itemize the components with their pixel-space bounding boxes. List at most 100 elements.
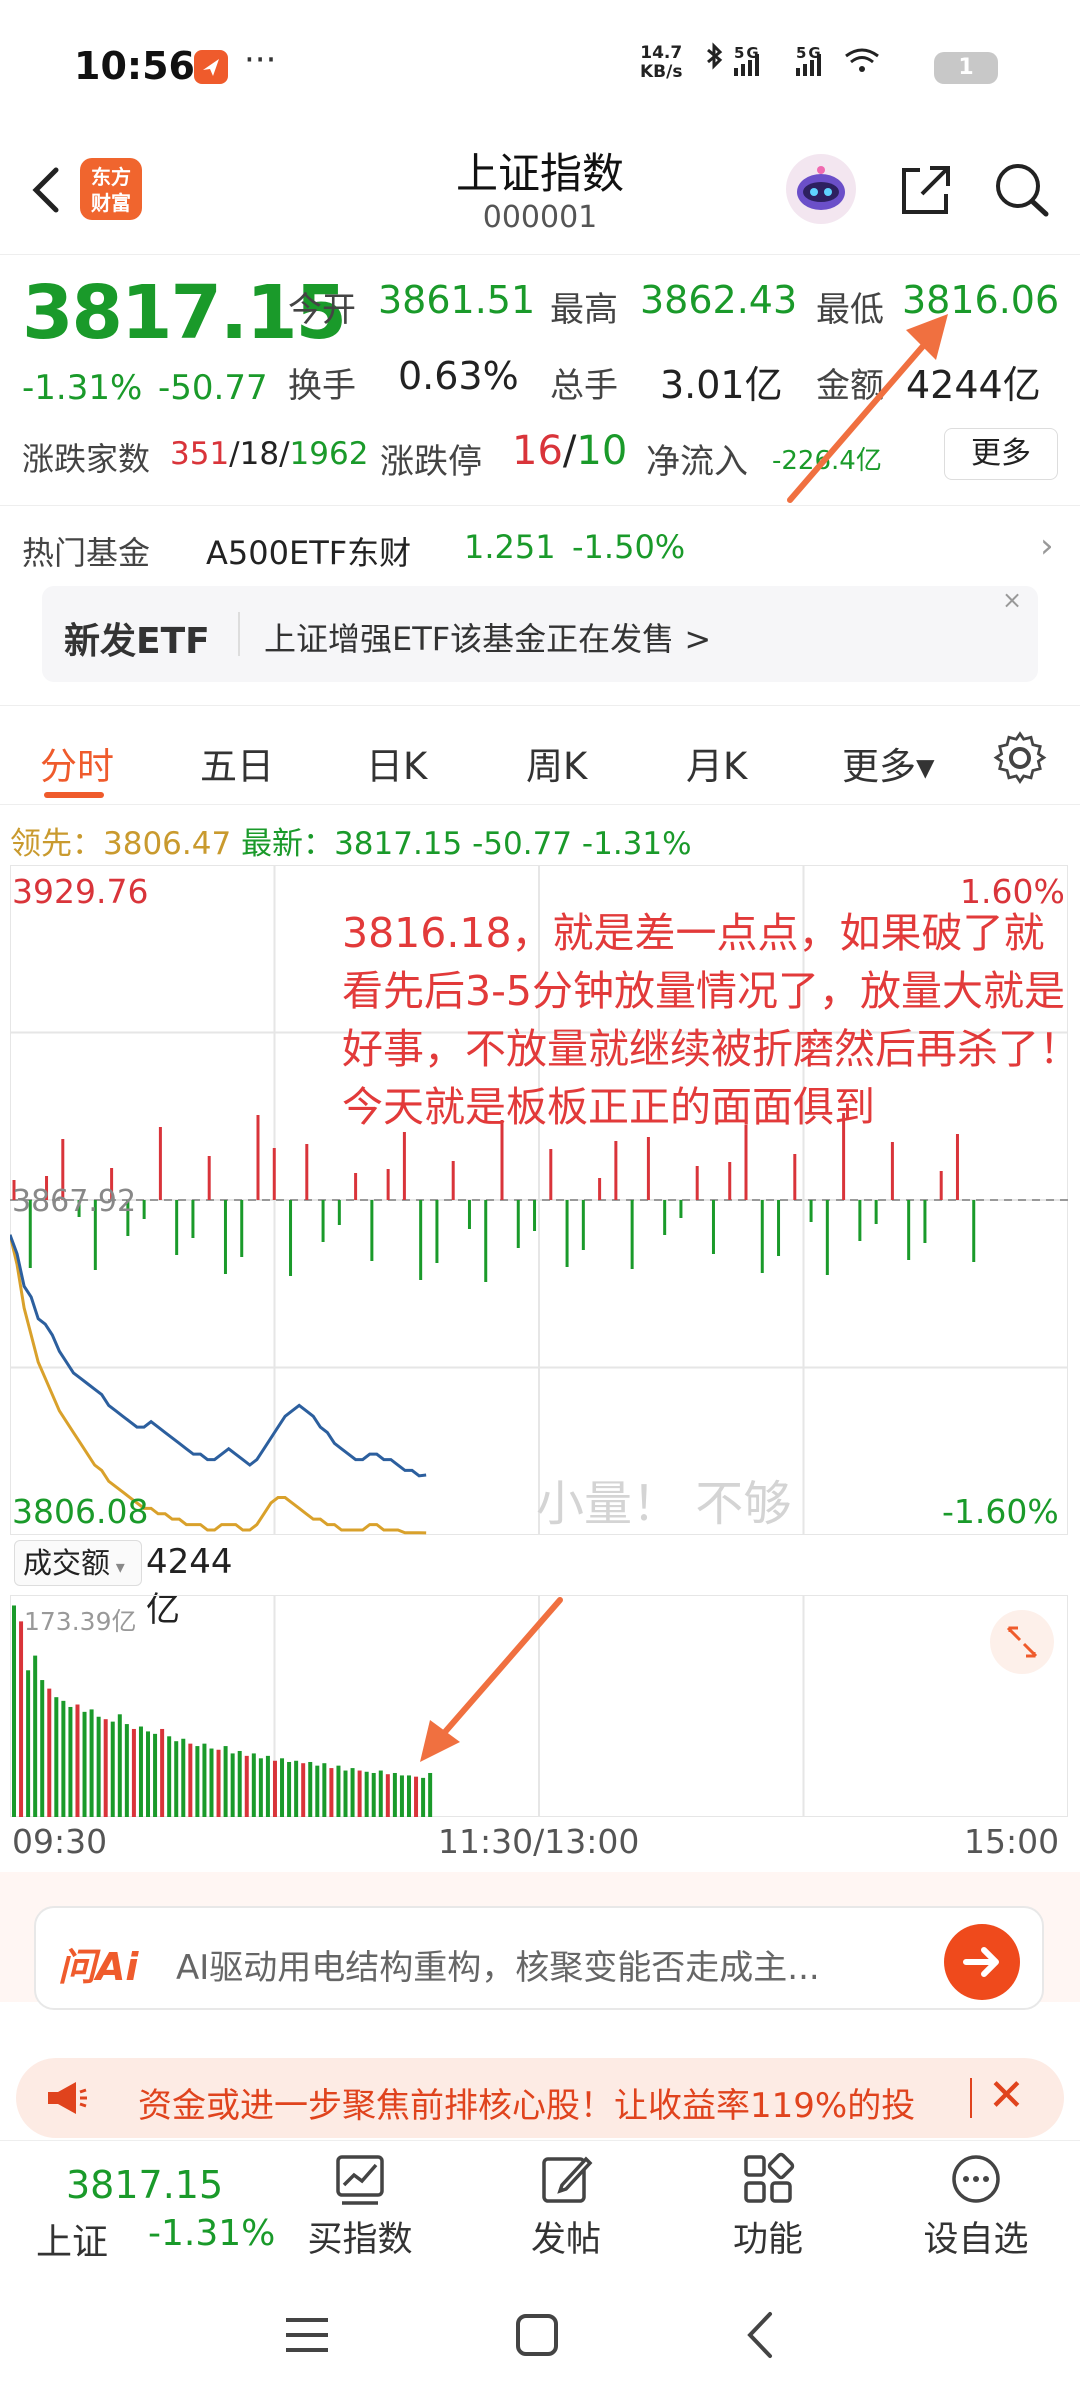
chart-box-icon [336, 2155, 384, 2205]
turnover-value: 0.63% [398, 354, 519, 398]
pct-bottom-label: -1.60% [942, 1492, 1059, 1531]
volume-bar [146, 1731, 151, 1817]
volume-bar [280, 1758, 285, 1817]
ai-search-bar[interactable]: 问Ai AI驱动用电结构重构，核聚变能否走成主... [34, 1906, 1044, 2010]
chevron-right-icon: › [1040, 526, 1054, 566]
adv-down: 1962 [289, 436, 369, 472]
volume-bar [138, 1726, 143, 1817]
volume-bar [103, 1719, 108, 1817]
tab-weekly-k[interactable]: 周K [526, 736, 587, 790]
nav-add-watchlist-label: 设自选 [923, 2220, 1029, 2260]
divider [970, 2078, 972, 2118]
promo-text: 资金或进一步聚焦前排核心股！让收益率119%的投 [138, 2086, 916, 2126]
divider [238, 612, 240, 656]
open-value: 3861.51 [378, 278, 536, 322]
volume-label: 总手 [550, 366, 618, 406]
share-icon [902, 166, 950, 214]
battery-icon: 1 [934, 52, 998, 84]
adv-flat: 18 [239, 436, 280, 472]
volume-bar [181, 1738, 186, 1817]
back-icon[interactable] [740, 2308, 780, 2362]
promo-bar[interactable]: 资金或进一步聚焦前排核心股！让收益率119%的投 ✕ [16, 2058, 1064, 2138]
nav-functions[interactable]: 功能 [708, 2151, 828, 2262]
nav-change: -1.31% [148, 2213, 276, 2254]
etf-banner[interactable]: 新发ETF 上证增强ETF该基金正在发售 > × [42, 586, 1038, 682]
robot-avatar-icon[interactable] [786, 154, 856, 224]
latest-label: 最新： [241, 826, 335, 862]
search-icon [996, 164, 1049, 217]
ai-send-button[interactable] [944, 1924, 1020, 2000]
nav-index-name: 上证 [36, 2222, 109, 2263]
volume-bar [329, 1768, 334, 1817]
tab-monthly-k[interactable]: 月K [686, 736, 747, 790]
volume-bar [414, 1776, 419, 1817]
time-tick-close: 15:00 [964, 1822, 1060, 1861]
etf-banner-text: 上证增强ETF该基金正在发售 > [264, 620, 712, 658]
volume-bar [216, 1749, 221, 1817]
status-bar: 10:56 ··· 14.7 KB/s 5G 5G 1 [0, 0, 1080, 130]
menu-icon[interactable] [282, 2312, 332, 2358]
volume-bar [209, 1748, 214, 1817]
close-icon[interactable]: ✕ [988, 2070, 1025, 2121]
grid-icon [744, 2152, 795, 2203]
volume-bar [96, 1716, 101, 1817]
nav-add-watchlist[interactable]: 设自选 [916, 2151, 1036, 2262]
time-tick-open: 09:30 [12, 1822, 108, 1861]
limit-label: 涨跌停 [380, 442, 482, 482]
volume-bar [371, 1772, 376, 1817]
tab-intraday[interactable]: 分时 [40, 736, 114, 790]
net-speed-value: 14.7 [640, 43, 683, 63]
hot-fund-row[interactable]: 热门基金 A500ETF东财 1.251 -1.50% › [0, 505, 1080, 585]
volume-bar [202, 1743, 207, 1817]
bluetooth-signal-wifi-icon: 5G 5G [707, 42, 879, 76]
expand-icon [1006, 1626, 1038, 1658]
avg-price-line [10, 1234, 427, 1535]
notification-app-icon [194, 50, 228, 84]
expand-button[interactable] [990, 1610, 1054, 1674]
volume-bar [258, 1758, 263, 1817]
volume-bar [26, 1670, 31, 1817]
annotation-arrow-icon [787, 314, 948, 503]
active-tab-indicator [44, 792, 104, 798]
share-button[interactable] [896, 158, 954, 220]
volume-bar [131, 1728, 136, 1817]
home-icon[interactable] [512, 2310, 562, 2360]
tab-five-day[interactable]: 五日 [200, 736, 274, 790]
adv-up: 351 [170, 436, 230, 472]
search-button[interactable] [990, 156, 1052, 222]
close-icon[interactable]: × [1002, 586, 1022, 614]
y-axis-top-label: 3929.76 [12, 872, 149, 911]
leader-latest-line: 领先：3806.47 最新：3817.15 -50.77 -1.31% [10, 818, 692, 863]
volume-bar [167, 1736, 172, 1817]
time-axis: 09:30 11:30/13:00 15:00 [10, 1822, 1068, 1862]
volume-bar [428, 1772, 433, 1817]
volume-bar [287, 1761, 292, 1817]
megaphone-icon [44, 2078, 88, 2118]
settings-button[interactable] [992, 730, 1048, 786]
volume-value: 3.01亿 [660, 363, 783, 407]
volume-bar [54, 1697, 59, 1817]
nav-post[interactable]: 发帖 [506, 2151, 626, 2262]
gear-icon [993, 731, 1047, 785]
limit-up: 16 [512, 428, 563, 474]
chart-tabs: 分时 五日 日K 周K 月K 更多▾ [0, 705, 1080, 805]
volume-bar [12, 1605, 16, 1817]
tab-more[interactable]: 更多▾ [842, 736, 935, 790]
volume-bar [40, 1680, 45, 1817]
volume-bar [195, 1746, 200, 1817]
volume-bar [251, 1753, 256, 1817]
volume-bar [357, 1770, 362, 1817]
volume-type-select[interactable]: 成交额 ▾ [14, 1540, 142, 1586]
volume-bar [61, 1700, 66, 1817]
net-speed: 14.7 KB/s [640, 44, 682, 82]
nav-buy-index-label: 买指数 [307, 2220, 413, 2260]
volume-bar [110, 1721, 115, 1817]
volume-bar [343, 1770, 348, 1817]
header: 东方 财富 上证指数 000001 [0, 130, 1080, 255]
nav-functions-label: 功能 [732, 2220, 803, 2260]
nav-price: 3817.15 [66, 2163, 224, 2207]
price-line [10, 1234, 427, 1478]
ai-logo: 问Ai [58, 1945, 139, 1989]
nav-buy-index[interactable]: 买指数 [300, 2151, 420, 2262]
tab-daily-k[interactable]: 日K [366, 736, 427, 790]
